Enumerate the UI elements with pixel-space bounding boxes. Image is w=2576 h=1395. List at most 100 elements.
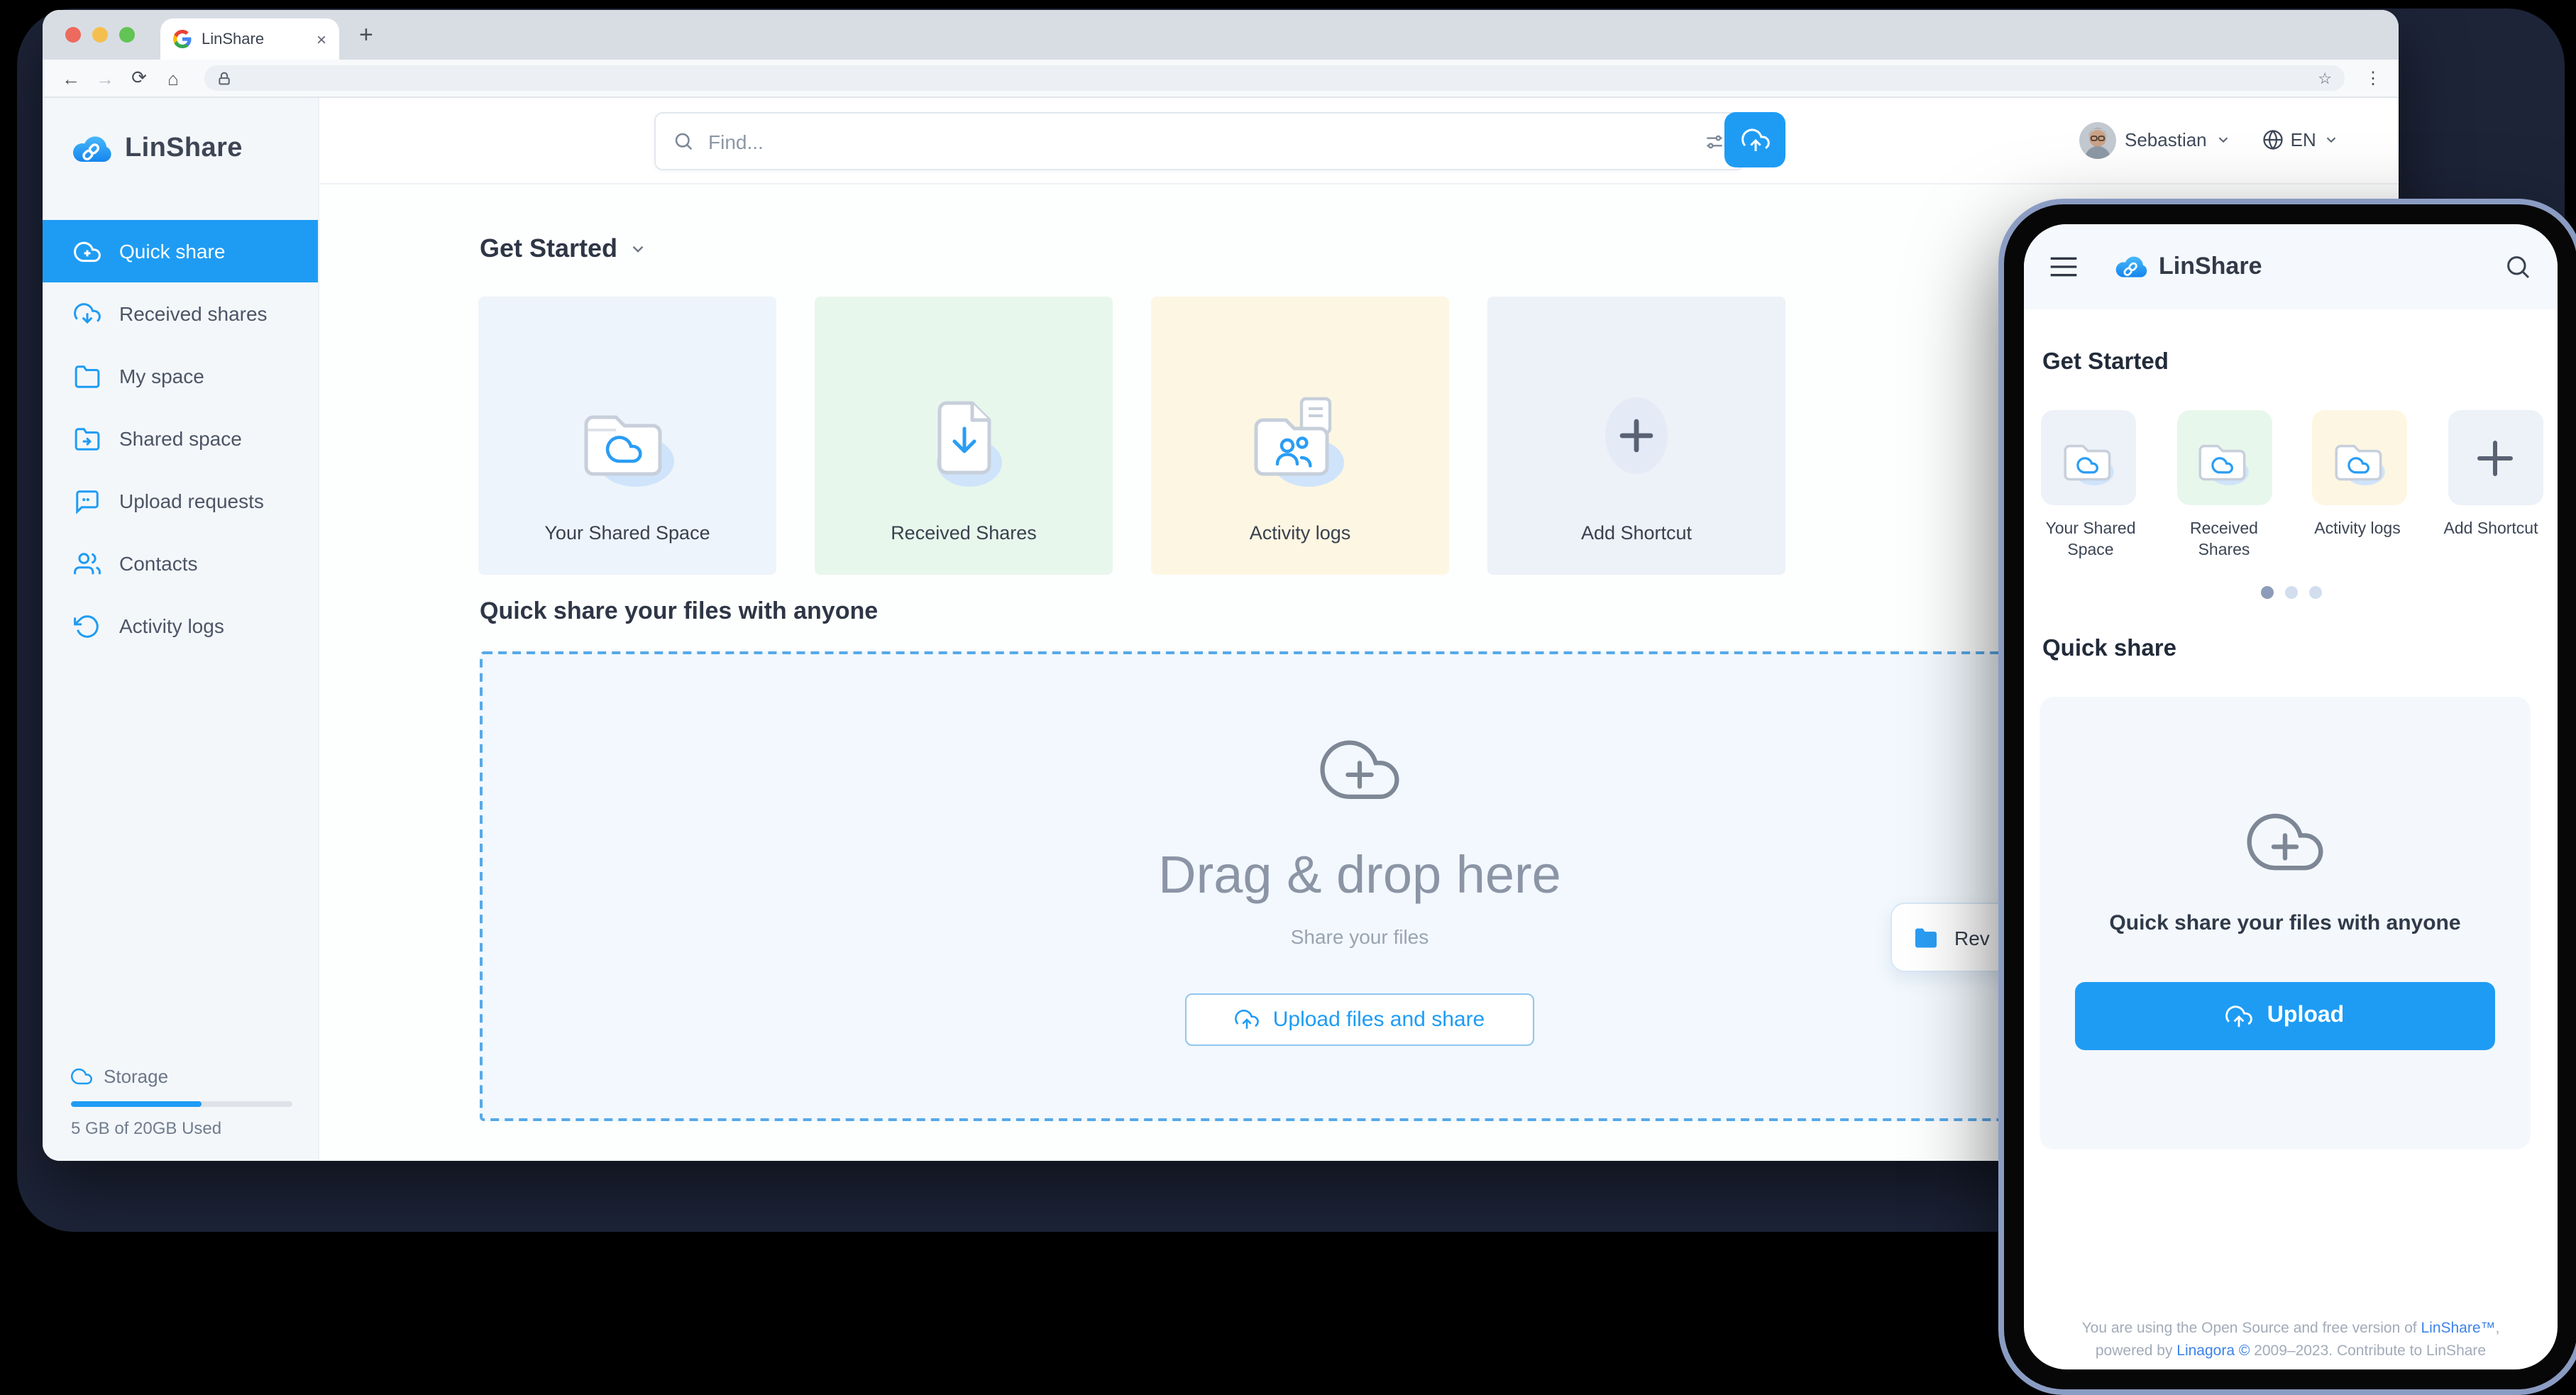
plus-icon <box>2475 436 2517 479</box>
cloud-plus-icon <box>74 238 101 265</box>
avatar-photo <box>2079 121 2116 158</box>
card-label: Received Shares <box>891 522 1037 544</box>
user-name: Sebastian <box>2125 129 2207 150</box>
search-bar[interactable] <box>654 112 1744 170</box>
mobile-quick-share-text: Quick share your files with anyone <box>2040 911 2531 935</box>
mobile-footer: You are using the Open Source and free v… <box>2024 1317 2558 1362</box>
footer-line-2: powered by Linagora © 2009–2023. Contrib… <box>2024 1340 2558 1362</box>
sidebar-item-label: Shared space <box>119 427 242 450</box>
chevron-down-icon[interactable] <box>629 240 647 258</box>
hamburger-menu-icon[interactable] <box>2049 255 2078 278</box>
linshare-link[interactable]: LinShare™ <box>2421 1320 2495 1337</box>
new-tab-button[interactable]: + <box>359 21 373 49</box>
footer-line-1: You are using the Open Source and free v… <box>2024 1317 2558 1340</box>
sidebar-item-activity-logs[interactable]: Activity logs <box>43 595 318 657</box>
get-started-cards: Your Shared Space Received Shares <box>478 297 1785 575</box>
card-label: Activity logs <box>1250 522 1351 544</box>
close-window-button[interactable] <box>65 27 81 43</box>
sidebar-item-quick-share[interactable]: Quick share <box>43 220 318 282</box>
sidebar-item-shared-space[interactable]: Shared space <box>43 407 318 470</box>
upload-files-and-share-button[interactable]: Upload files and share <box>1185 993 1535 1046</box>
app-logo-text: LinShare <box>125 133 243 165</box>
forward-icon[interactable]: → <box>91 67 119 89</box>
storage-progress-bar <box>71 1101 292 1107</box>
review-label-partial: Rev <box>1954 926 1990 949</box>
mobile-upload-button[interactable]: Upload <box>2075 982 2495 1050</box>
folder-icon <box>74 363 101 390</box>
folder-cloud-icon <box>2323 421 2397 495</box>
mobile-card-activity-logs[interactable] <box>2313 410 2408 505</box>
bookmark-star-icon[interactable]: ☆ <box>2318 69 2332 87</box>
browser-menu-icon[interactable]: ⋮ <box>2362 68 2384 88</box>
address-bar[interactable]: ☆ <box>204 65 2345 91</box>
mobile-logo-text: LinShare <box>2159 253 2262 281</box>
sidebar-item-upload-requests[interactable]: Upload requests <box>43 470 318 532</box>
card-label: Add Shortcut <box>2424 519 2558 562</box>
card-activity-logs[interactable]: Activity logs <box>1151 297 1449 575</box>
carousel-dot[interactable] <box>2308 586 2321 599</box>
browser-tabstrip: LinShare × + <box>43 10 2399 60</box>
cloud-plus-icon <box>1319 731 1401 802</box>
sidebar-item-contacts[interactable]: Contacts <box>43 532 318 595</box>
sidebar-item-label: My space <box>119 365 204 387</box>
mobile-card-add-shortcut[interactable] <box>2448 410 2543 505</box>
message-bubble-icon <box>74 487 101 514</box>
card-received-shares[interactable]: Received Shares <box>815 297 1113 575</box>
plus-icon <box>1571 372 1702 502</box>
dropzone-subtitle: Share your files <box>906 925 1814 948</box>
history-icon <box>74 612 101 639</box>
mobile-quick-share-heading: Quick share <box>2042 636 2176 663</box>
cloud-plus-icon <box>2245 805 2325 873</box>
mobile-app-logo[interactable]: LinShare <box>2112 248 2262 285</box>
card-label: Add Shortcut <box>1581 522 1692 544</box>
storage-label: Storage <box>104 1066 168 1087</box>
card-label: Your Shared Space <box>2024 519 2157 562</box>
stage: LinShare × + ← → ⟳ ⌂ ☆ ⋮ <box>0 0 2576 1388</box>
maximize-window-button[interactable] <box>119 27 135 43</box>
card-add-shortcut[interactable]: Add Shortcut <box>1487 297 1785 575</box>
sidebar: LinShare Quick share Received shares <box>43 98 319 1161</box>
close-tab-icon[interactable]: × <box>317 29 326 49</box>
linagora-link[interactable]: Linagora © <box>2176 1342 2250 1360</box>
folder-people-icon <box>1235 372 1365 502</box>
chevron-down-icon <box>2216 132 2231 148</box>
mobile-card-received-shares[interactable] <box>2176 410 2272 505</box>
browser-tab[interactable]: LinShare × <box>160 18 339 60</box>
upload-cloud-icon <box>2226 1003 2253 1030</box>
search-input[interactable] <box>705 128 1703 154</box>
search-icon[interactable] <box>2504 253 2532 281</box>
card-label: Your Shared Space <box>544 522 710 544</box>
get-started-heading: Get Started <box>480 234 647 264</box>
carousel-dot[interactable] <box>2284 586 2297 599</box>
mobile-get-started-heading: Get Started <box>2042 349 2169 376</box>
app-logo[interactable]: LinShare <box>43 98 318 172</box>
language-menu[interactable]: EN <box>2262 129 2339 150</box>
storage-progress-fill <box>71 1101 202 1107</box>
card-label: Received Shares <box>2157 519 2291 562</box>
header-upload-button[interactable] <box>1724 112 1785 167</box>
folder-share-icon <box>74 425 101 452</box>
dropzone-title: Drag & drop here <box>906 846 1814 905</box>
back-icon[interactable]: ← <box>57 67 85 89</box>
minimize-window-button[interactable] <box>92 27 108 43</box>
user-menu[interactable]: Sebastian EN <box>2079 112 2339 167</box>
carousel-dot[interactable] <box>2260 586 2273 599</box>
reload-icon[interactable]: ⟳ <box>125 67 153 89</box>
sidebar-item-received-shares[interactable]: Received shares <box>43 282 318 345</box>
tab-title: LinShare <box>202 31 264 48</box>
card-your-shared-space[interactable]: Your Shared Space <box>478 297 776 575</box>
card-label: Activity logs <box>2291 519 2424 562</box>
home-icon[interactable]: ⌂ <box>159 67 187 89</box>
drag-drop-zone[interactable]: Drag & drop here Share your files Upload… <box>480 651 2115 1121</box>
chevron-down-icon <box>2323 132 2339 148</box>
phone-bezel: LinShare Get Started <box>2004 204 2576 1389</box>
phone-screen: LinShare Get Started <box>2024 224 2558 1369</box>
mobile-card-your-shared-space[interactable] <box>2041 410 2136 505</box>
filter-sliders-icon[interactable] <box>1703 130 1726 153</box>
sidebar-item-my-space[interactable]: My space <box>43 345 318 407</box>
browser-toolbar: ← → ⟳ ⌂ ☆ ⋮ <box>43 60 2399 98</box>
window-controls <box>65 27 135 43</box>
linshare-cloud-logo-icon <box>2112 248 2149 285</box>
sidebar-item-label: Contacts <box>119 552 198 575</box>
document-download-icon <box>898 372 1029 502</box>
